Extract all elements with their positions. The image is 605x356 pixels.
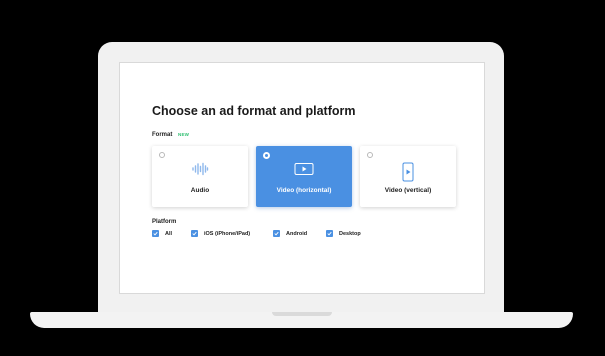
checkbox-ios[interactable]: iOS (iPhone/iPad) <box>191 230 250 237</box>
format-card-label: Video (vertical) <box>384 187 432 194</box>
new-badge: NEW <box>178 132 190 137</box>
checkmark-icon[interactable] <box>152 230 159 237</box>
video-vertical-icon <box>402 162 414 187</box>
page-title: Choose an ad format and platform <box>152 104 356 118</box>
platform-checkbox-group: All iOS (iPhone/iPad) Android Desktop <box>0 230 605 240</box>
checkbox-android[interactable]: Android <box>273 230 307 237</box>
checkmark-icon[interactable] <box>326 230 333 237</box>
checkmark-icon[interactable] <box>191 230 198 237</box>
radio-button[interactable] <box>159 152 165 158</box>
checkmark-icon[interactable] <box>273 230 280 237</box>
radio-button-selected[interactable] <box>263 152 270 159</box>
audio-waveform-icon <box>191 162 209 181</box>
checkbox-label: iOS (iPhone/iPad) <box>204 230 251 237</box>
checkbox-label: Desktop <box>339 230 361 237</box>
checkbox-label: Android <box>286 230 308 237</box>
format-card-video-horizontal[interactable]: Video (horizontal) <box>256 146 352 207</box>
video-horizontal-icon <box>294 162 314 181</box>
radio-button[interactable] <box>367 152 373 158</box>
format-card-label: Video (horizontal) <box>276 187 332 194</box>
checkbox-label: All <box>165 230 173 237</box>
platform-section-label: Platform <box>152 219 177 225</box>
format-label-text: Format <box>152 132 173 138</box>
format-section-label: Format NEW <box>152 132 189 138</box>
checkbox-all[interactable]: All <box>152 230 172 237</box>
format-card-audio[interactable]: Audio <box>152 146 248 207</box>
checkbox-desktop[interactable]: Desktop <box>326 230 361 237</box>
laptop-notch <box>272 312 332 316</box>
format-card-label: Audio <box>190 187 210 194</box>
format-card-video-vertical[interactable]: Video (vertical) <box>360 146 456 207</box>
